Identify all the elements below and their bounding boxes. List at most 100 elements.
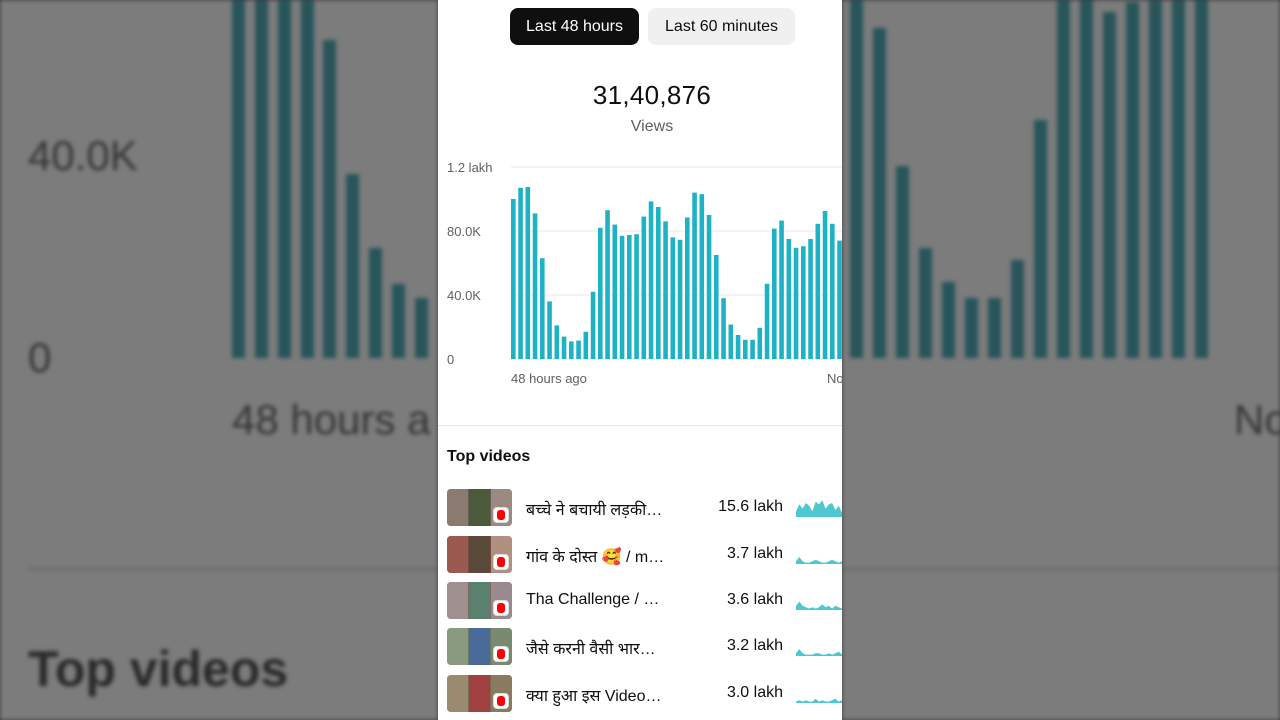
chart-bar[interactable] xyxy=(634,234,639,359)
chart-bar[interactable] xyxy=(641,216,647,359)
video-views: 3.0 lakh xyxy=(726,684,783,701)
chart-bar[interactable] xyxy=(837,240,842,359)
chart-bar[interactable] xyxy=(605,210,610,359)
chart-bar[interactable] xyxy=(721,298,726,359)
video-sparkline xyxy=(796,649,842,656)
backdrop-divider-right xyxy=(842,568,1280,570)
chart-bar[interactable] xyxy=(518,187,523,359)
chart-bar[interactable] xyxy=(692,192,697,359)
chart-bar[interactable] xyxy=(830,223,835,359)
chart-bar[interactable] xyxy=(576,340,581,359)
chart-bar[interactable] xyxy=(511,199,516,359)
video-title: क्या हुआ इस Video… xyxy=(526,688,662,705)
chart-bar[interactable] xyxy=(728,324,734,359)
chart-gridlines xyxy=(511,166,842,360)
chart-bar[interactable] xyxy=(612,224,618,359)
backdrop-bar xyxy=(1172,0,1185,358)
chart-bars xyxy=(511,187,842,359)
chart-bar[interactable] xyxy=(547,301,552,359)
shorts-icon xyxy=(493,554,509,570)
sparkline-area xyxy=(796,500,842,517)
video-row-5[interactable]: क्या हुआ इस Video… 3.0 lakh xyxy=(438,675,842,715)
video-row-1[interactable]: बच्चे ने बचायी लड़की… 15.6 lakh xyxy=(438,489,842,529)
chart-y-ticks: 0 40.0K 80.0K 1.2 lakh xyxy=(447,160,493,367)
chart-bar[interactable] xyxy=(815,223,821,359)
chart-bar[interactable] xyxy=(569,341,574,359)
backdrop-bar xyxy=(415,298,428,358)
backdrop-axis-start: 48 hours a xyxy=(232,396,431,443)
chart-bar[interactable] xyxy=(648,201,654,359)
chart-bar[interactable] xyxy=(677,239,683,359)
video-title: गांव के दोस्त 🥰 / m… xyxy=(526,549,665,566)
video-thumbnail xyxy=(447,582,512,619)
backdrop-bar xyxy=(278,0,291,358)
video-thumbnail xyxy=(447,675,512,712)
chart-bar[interactable] xyxy=(627,235,632,359)
backdrop-bar xyxy=(965,298,978,358)
backdrop-bar xyxy=(1011,260,1024,358)
video-views: 15.6 lakh xyxy=(718,498,783,515)
backdrop-bar xyxy=(896,166,909,358)
backdrop-bar xyxy=(1126,2,1139,358)
video-row-4[interactable]: जैसे करनी वैसी भार… 3.2 lakh xyxy=(438,628,842,668)
chart-bar[interactable] xyxy=(757,327,763,359)
chart-bar[interactable] xyxy=(619,235,625,359)
shorts-icon xyxy=(493,646,509,662)
filter-chip-last-48-hours[interactable]: Last 48 hours xyxy=(510,8,639,45)
chart-bar[interactable] xyxy=(743,339,748,359)
chart-bar[interactable] xyxy=(735,335,741,359)
chart-bar[interactable] xyxy=(685,217,690,359)
chart-x-label: 48 hours ago xyxy=(511,371,587,386)
chart-bar[interactable] xyxy=(786,239,792,359)
chart-bar[interactable] xyxy=(540,258,545,359)
video-sparkline xyxy=(796,557,842,564)
video-thumbnail xyxy=(447,536,512,573)
sparkline-area xyxy=(796,649,842,656)
backdrop-bar xyxy=(1195,0,1208,358)
backdrop-bar xyxy=(323,40,336,358)
chart-bar[interactable] xyxy=(598,227,603,359)
chart-bar[interactable] xyxy=(764,283,770,359)
chart-bar[interactable] xyxy=(822,211,828,359)
chart-bar[interactable] xyxy=(808,239,813,359)
chart-bar[interactable] xyxy=(525,187,531,359)
backdrop-bar xyxy=(232,0,245,358)
backdrop-bar xyxy=(392,284,405,358)
chart-bar[interactable] xyxy=(793,247,799,359)
chart-bar[interactable] xyxy=(779,220,784,359)
chart-bar[interactable] xyxy=(750,339,755,359)
video-views: 3.2 lakh xyxy=(726,637,783,654)
chart-y-tick-label: 40.0K xyxy=(447,288,481,303)
chart-bar[interactable] xyxy=(663,221,668,359)
backdrop-bar xyxy=(850,0,863,358)
video-row-3[interactable]: Tha Challenge / … 3.6 lakh xyxy=(438,582,842,622)
chart-y-tick-label: 80.0K xyxy=(447,224,481,239)
backdrop-bar xyxy=(873,28,886,358)
sparkline-area xyxy=(796,698,842,703)
chart-bar[interactable] xyxy=(554,325,560,359)
chart-bar[interactable] xyxy=(590,291,596,359)
backdrop-divider xyxy=(28,568,438,570)
chart-bar[interactable] xyxy=(561,336,567,359)
chart-bar[interactable] xyxy=(532,213,538,359)
filter-chip-last-60-minutes[interactable]: Last 60 minutes xyxy=(648,8,795,45)
chart-bar[interactable] xyxy=(772,228,777,359)
chart-bar[interactable] xyxy=(714,255,719,359)
backdrop-section-title: Top videos xyxy=(28,641,289,697)
chart-bar[interactable] xyxy=(699,194,705,359)
chart-bar[interactable] xyxy=(670,237,676,359)
chart-bar[interactable] xyxy=(656,207,661,359)
chart-bar[interactable] xyxy=(801,246,806,359)
chart-bar[interactable] xyxy=(583,331,589,359)
video-title: बच्चे ने बचायी लड़की… xyxy=(526,502,663,519)
shorts-icon xyxy=(493,600,509,616)
backdrop-right: No xyxy=(842,0,1280,720)
backdrop-bar xyxy=(988,298,1001,358)
chart-bar[interactable] xyxy=(706,215,712,359)
chart-y-tick-label: 0 xyxy=(447,352,454,367)
video-title: Tha Challenge / … xyxy=(526,591,660,608)
backdrop-left: 40.0K 0 48 hours a Top videos xyxy=(0,0,438,720)
video-row-2[interactable]: गांव के दोस्त 🥰 / m… 3.7 lakh xyxy=(438,536,842,576)
backdrop-axis-end: No xyxy=(1234,396,1280,443)
shorts-icon xyxy=(493,693,509,709)
